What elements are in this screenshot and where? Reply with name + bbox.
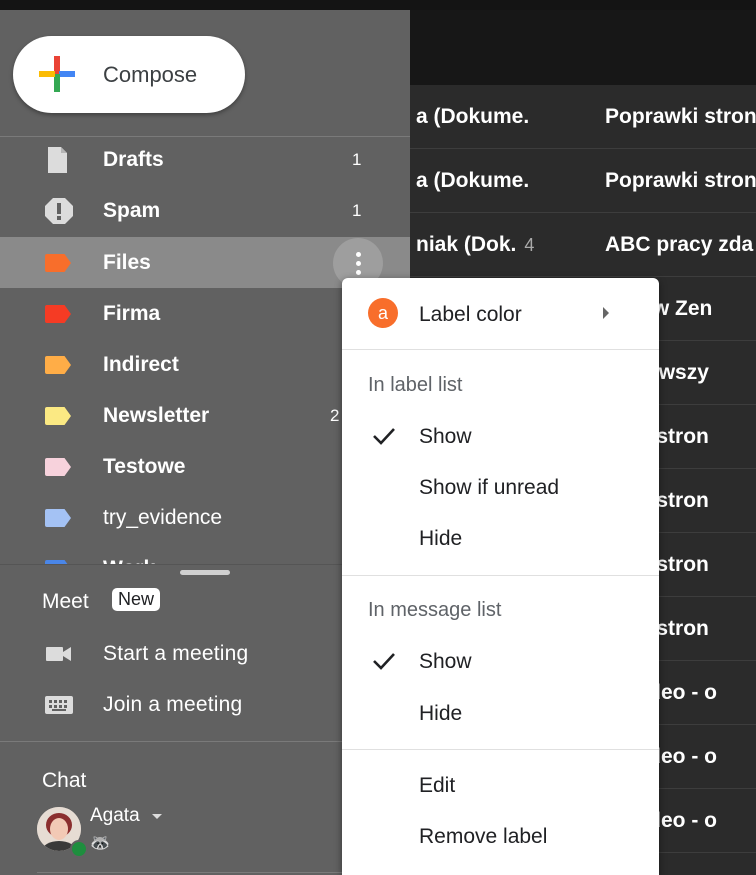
sidebar-item-count: 1 [352, 150, 362, 169]
spam-icon [45, 198, 73, 224]
mail-sender: a (Dokume. [416, 105, 530, 128]
label-color-swatch: a [368, 298, 398, 328]
menu-divider [342, 349, 659, 350]
label-list-show-item[interactable]: Show [342, 412, 659, 460]
new-badge: New [112, 588, 161, 611]
mail-subject: Poprawki stron [605, 169, 756, 192]
menu-divider [342, 749, 659, 750]
label-icon [45, 250, 73, 276]
menu-item-label: Hide [419, 702, 463, 725]
mail-sender: a (Dokume. [416, 169, 530, 192]
resize-handle[interactable] [180, 570, 230, 575]
chevron-right-icon [603, 307, 609, 319]
in-message-list-header: In message list [368, 599, 502, 621]
chevron-down-icon[interactable] [152, 814, 162, 819]
message-list-hide-item[interactable]: Hide [342, 689, 659, 737]
mail-subject: ABC pracy zda [605, 233, 754, 256]
menu-item-label: Edit [419, 774, 456, 797]
online-status-indicator [70, 840, 88, 858]
sidebar-item-label: Spam [103, 199, 161, 222]
sidebar-item-label: Firma [103, 302, 161, 325]
menu-item-label: Show [419, 650, 472, 673]
meet-title: Meet [42, 590, 89, 613]
label-list-show-if-unread-item[interactable]: Show if unread [342, 463, 659, 511]
mail-sender-text: niak (Dok. [416, 233, 517, 256]
chat-user-name[interactable]: Agata [90, 805, 140, 827]
in-label-list-header: In label list [368, 374, 463, 396]
sidebar-item-label: try_evidence [103, 506, 223, 529]
mail-row[interactable]: a (Dokume. Poprawki stron [410, 85, 756, 149]
edit-label-item[interactable]: Edit [342, 761, 659, 809]
thread-count: 4 [524, 235, 535, 255]
checkmark-icon [373, 653, 395, 670]
sidebar-item-label: Testowe [103, 455, 186, 478]
sidebar-item-label: Drafts [103, 148, 164, 171]
label-context-menu: a Label color In label list Show Show if… [342, 278, 659, 875]
label-icon [45, 505, 73, 531]
label-color-item[interactable]: a Label color [342, 290, 659, 338]
label-icon [45, 301, 73, 327]
video-camera-icon [46, 647, 71, 661]
menu-item-label: Hide [419, 527, 463, 550]
label-icon [45, 403, 73, 429]
mail-subject: Poprawki stron [605, 105, 756, 128]
remove-label-item[interactable]: Remove label [342, 812, 659, 860]
mail-toolbar [410, 10, 756, 85]
chat-user-status: 🦝 [90, 835, 110, 852]
sidebar-item-label: Newsletter [103, 404, 210, 427]
compose-label: Compose [103, 62, 198, 87]
mail-row[interactable]: niak (Dok. 4 ABC pracy zda [410, 213, 756, 277]
compose-button[interactable]: Compose [13, 36, 245, 113]
sidebar-item-spam[interactable]: Spam 1 [0, 185, 410, 236]
join-meeting-label: Join a meeting [103, 693, 243, 716]
sidebar-item-count: 2 [330, 406, 340, 425]
sidebar-item-label: Indirect [103, 353, 179, 376]
label-icon [45, 454, 73, 480]
sidebar-item-count: 1 [352, 201, 362, 220]
top-strip [0, 0, 756, 10]
sidebar-item-label: Files [103, 251, 151, 274]
menu-divider [342, 575, 659, 576]
label-color-text: Label color [419, 303, 522, 326]
mail-row[interactable]: a (Dokume. Poprawki stron [410, 149, 756, 213]
mail-sender: niak (Dok. 4 [416, 233, 534, 257]
plus-icon [39, 56, 75, 92]
draft-icon [48, 147, 67, 173]
start-meeting-label: Start a meeting [103, 642, 249, 665]
label-list-hide-item[interactable]: Hide [342, 514, 659, 562]
label-icon [45, 352, 73, 378]
menu-item-label: Show [419, 425, 472, 448]
message-list-show-item[interactable]: Show [342, 637, 659, 685]
checkmark-icon [373, 428, 395, 445]
keyboard-icon [45, 696, 73, 714]
menu-item-label: Remove label [419, 825, 548, 848]
chat-title: Chat [42, 769, 87, 792]
sidebar-item-drafts[interactable]: Drafts 1 [0, 134, 410, 185]
menu-item-label: Show if unread [419, 476, 560, 499]
